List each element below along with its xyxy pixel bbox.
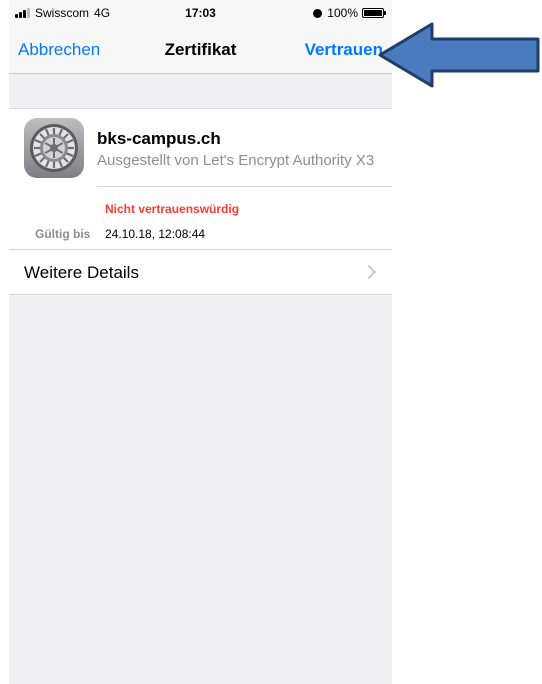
status-bar: Swisscom 4G 17:03 100% — [9, 0, 392, 28]
annotation-arrow-icon — [378, 22, 540, 88]
more-details-row[interactable]: Weitere Details — [9, 250, 392, 295]
certificate-issuer: Ausgestellt von Let's Encrypt Authority … — [97, 152, 375, 169]
trust-button[interactable]: Vertrauen — [305, 40, 383, 60]
trust-status: Nicht vertrauenswürdig — [105, 202, 240, 216]
more-details-label: Weitere Details — [24, 263, 139, 282]
phone-screen: Swisscom 4G 17:03 100% Abbrechen Zertifi… — [9, 0, 392, 684]
battery-icon — [362, 8, 386, 18]
battery-percent: 100% — [327, 6, 358, 20]
divider — [97, 186, 392, 187]
certificate-name: bks-campus.ch — [97, 129, 221, 148]
chevron-right-icon — [361, 264, 377, 280]
expiry-value: 24.10.18, 12:08:44 — [105, 227, 206, 241]
nav-bar: Abbrechen Zertifikat Vertrauen — [9, 28, 392, 74]
status-right: 100% — [313, 6, 386, 20]
alarm-icon — [313, 8, 323, 18]
expiry-label: Gültig bis — [35, 227, 91, 241]
settings-gear-icon — [24, 118, 84, 178]
certificate-card: bks-campus.ch Ausgestellt von Let's Encr… — [9, 108, 392, 295]
